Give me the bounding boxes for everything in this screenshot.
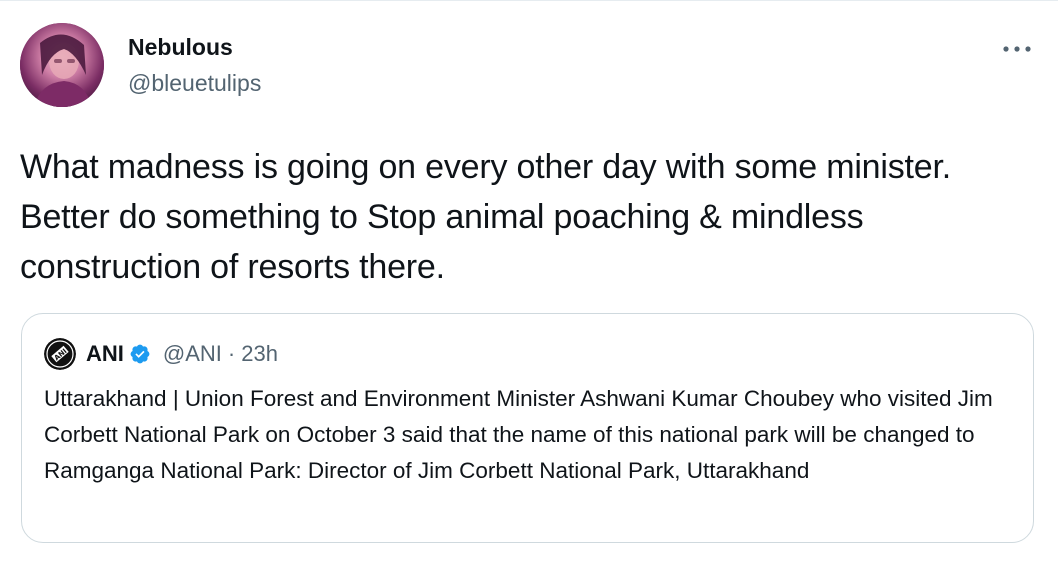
ani-logo-icon: ANI xyxy=(44,338,76,370)
quoted-tweet-header: ANI ANI @ANI · 23h xyxy=(44,336,278,372)
quoted-tweet-text: Uttarakhand | Union Forest and Environme… xyxy=(44,386,993,483)
tweet-author: Nebulous @bleuetulips xyxy=(128,33,261,97)
quoted-author-handle[interactable]: @ANI xyxy=(163,341,222,367)
separator-dot: · xyxy=(227,341,236,366)
quoted-author-name[interactable]: ANI xyxy=(86,341,124,367)
tweet-card: Nebulous @bleuetulips What madness is go… xyxy=(0,0,1058,570)
more-horizontal-icon xyxy=(1003,46,1031,52)
quoted-author-avatar: ANI xyxy=(44,338,76,370)
quoted-tweet-time[interactable]: 23h xyxy=(241,341,278,367)
verified-badge-icon xyxy=(130,344,150,364)
quoted-tweet[interactable]: ANI ANI @ANI · 23h Uttarakhand | Union F… xyxy=(21,313,1034,543)
avatar[interactable] xyxy=(20,23,104,107)
author-display-name[interactable]: Nebulous xyxy=(128,33,261,61)
tweet-text: What madness is going on every other day… xyxy=(20,148,951,286)
author-handle[interactable]: @bleuetulips xyxy=(128,69,261,97)
user-avatar-photo-icon xyxy=(20,23,104,107)
more-options-button[interactable] xyxy=(1000,39,1034,59)
